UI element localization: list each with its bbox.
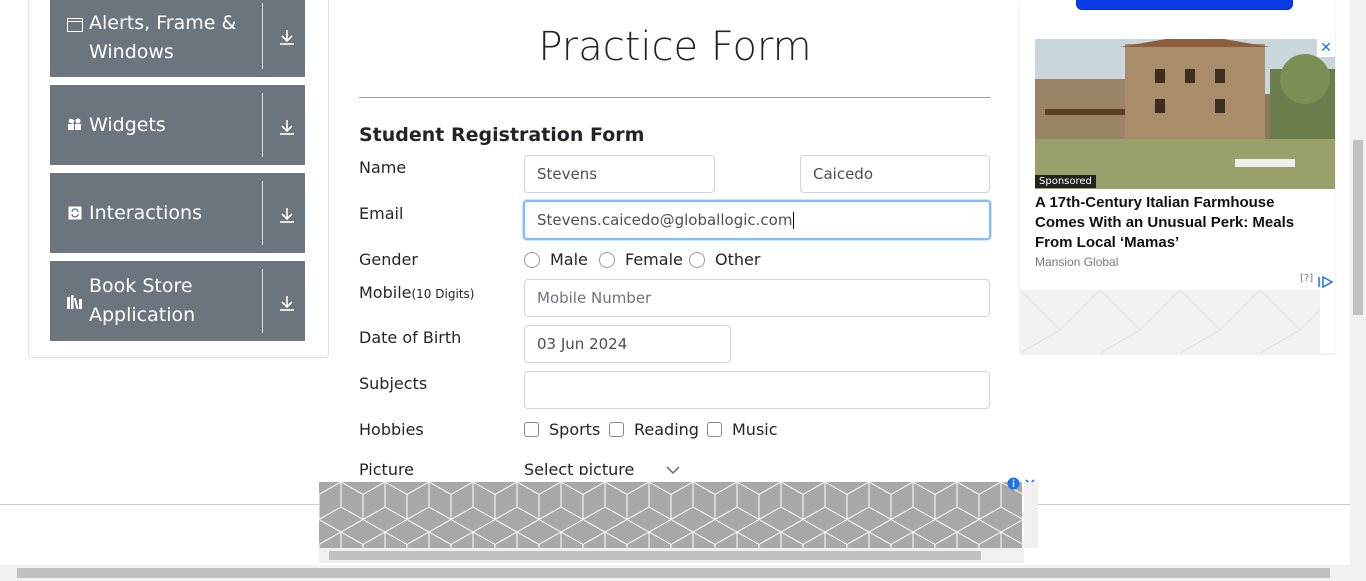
divider <box>359 97 990 98</box>
dob-label: Date of Birth <box>359 328 462 347</box>
ad-help-link[interactable]: [?] <box>1300 273 1313 284</box>
sidebar-group-alerts[interactable]: Alerts, Frame & Windows <box>50 0 305 77</box>
hobbies-label: Hobbies <box>359 420 424 439</box>
gender-radio-male[interactable]: Male <box>524 250 588 269</box>
interactions-icon <box>67 205 83 221</box>
bottom-ad-banner[interactable] <box>319 475 1038 563</box>
sidebar-group-label: Book Store Application <box>89 275 196 326</box>
subjects-label: Subjects <box>359 374 428 393</box>
mobile-hint: (10 Digits) <box>411 287 475 301</box>
ad-button[interactable] <box>1076 0 1293 10</box>
ad-image[interactable] <box>1035 39 1335 189</box>
page-scrollbar-vertical[interactable] <box>1350 0 1366 565</box>
books-icon <box>67 294 83 310</box>
ad-scrollbar-horizontal[interactable] <box>319 548 1024 563</box>
gender-radio-female[interactable]: Female <box>599 250 683 269</box>
ad-close-icon[interactable]: ✕ <box>1317 39 1335 57</box>
subjects-input[interactable] <box>524 371 990 409</box>
sidebar-group-interactions[interactable]: Interactions <box>50 173 305 253</box>
first-name-input[interactable]: Stevens <box>524 155 715 193</box>
sidebar-group-label: Widgets <box>89 113 166 136</box>
page-scrollbar-horizontal[interactable] <box>0 565 1366 581</box>
ad-source[interactable]: Mansion Global <box>1035 255 1118 269</box>
ad-pattern <box>319 482 1022 548</box>
widgets-icon <box>67 117 83 133</box>
email-label: Email <box>359 204 404 223</box>
last-name-input[interactable]: Caicedo <box>800 155 990 193</box>
mobile-label: Mobile(10 Digits) <box>359 283 475 302</box>
info-icon[interactable] <box>1007 475 1020 494</box>
hobby-checkbox-reading[interactable]: Reading <box>609 420 699 439</box>
form-subtitle: Student Registration Form <box>359 124 645 146</box>
page-title: Practice Form <box>538 24 812 70</box>
sponsored-label: Sponsored <box>1035 175 1096 188</box>
ad-headline[interactable]: A 17th-Century Italian Farmhouse Comes W… <box>1035 193 1325 253</box>
mobile-input[interactable]: Mobile Number <box>524 279 990 317</box>
hobby-checkbox-music[interactable]: Music <box>707 420 778 439</box>
adchoices-icon[interactable] <box>1318 273 1334 292</box>
ad-background-pattern <box>1019 289 1321 354</box>
sidebar-group-label: Alerts, Frame & Windows <box>89 12 237 63</box>
sidebar-group-label: Interactions <box>89 201 202 224</box>
dob-input[interactable]: 03 Jun 2024 <box>524 325 731 363</box>
download-icon[interactable] <box>278 294 296 312</box>
hobby-checkbox-sports[interactable]: Sports <box>524 420 600 439</box>
download-icon[interactable] <box>278 28 296 46</box>
ad-scrollbar-vertical[interactable] <box>1024 482 1038 548</box>
name-label: Name <box>359 158 407 177</box>
sidebar-group-bookstore[interactable]: Book Store Application <box>50 261 305 341</box>
email-value: Stevens.caicedo@globallogic.com <box>537 211 793 229</box>
sidebar-group-widgets[interactable]: Widgets <box>50 85 305 165</box>
window-icon <box>67 17 83 33</box>
download-icon[interactable] <box>278 118 296 136</box>
email-input[interactable]: Stevens.caicedo@globallogic.com <box>523 200 991 240</box>
gender-radio-other[interactable]: Other <box>689 250 760 269</box>
download-icon[interactable] <box>278 206 296 224</box>
gender-label: Gender <box>359 250 418 269</box>
